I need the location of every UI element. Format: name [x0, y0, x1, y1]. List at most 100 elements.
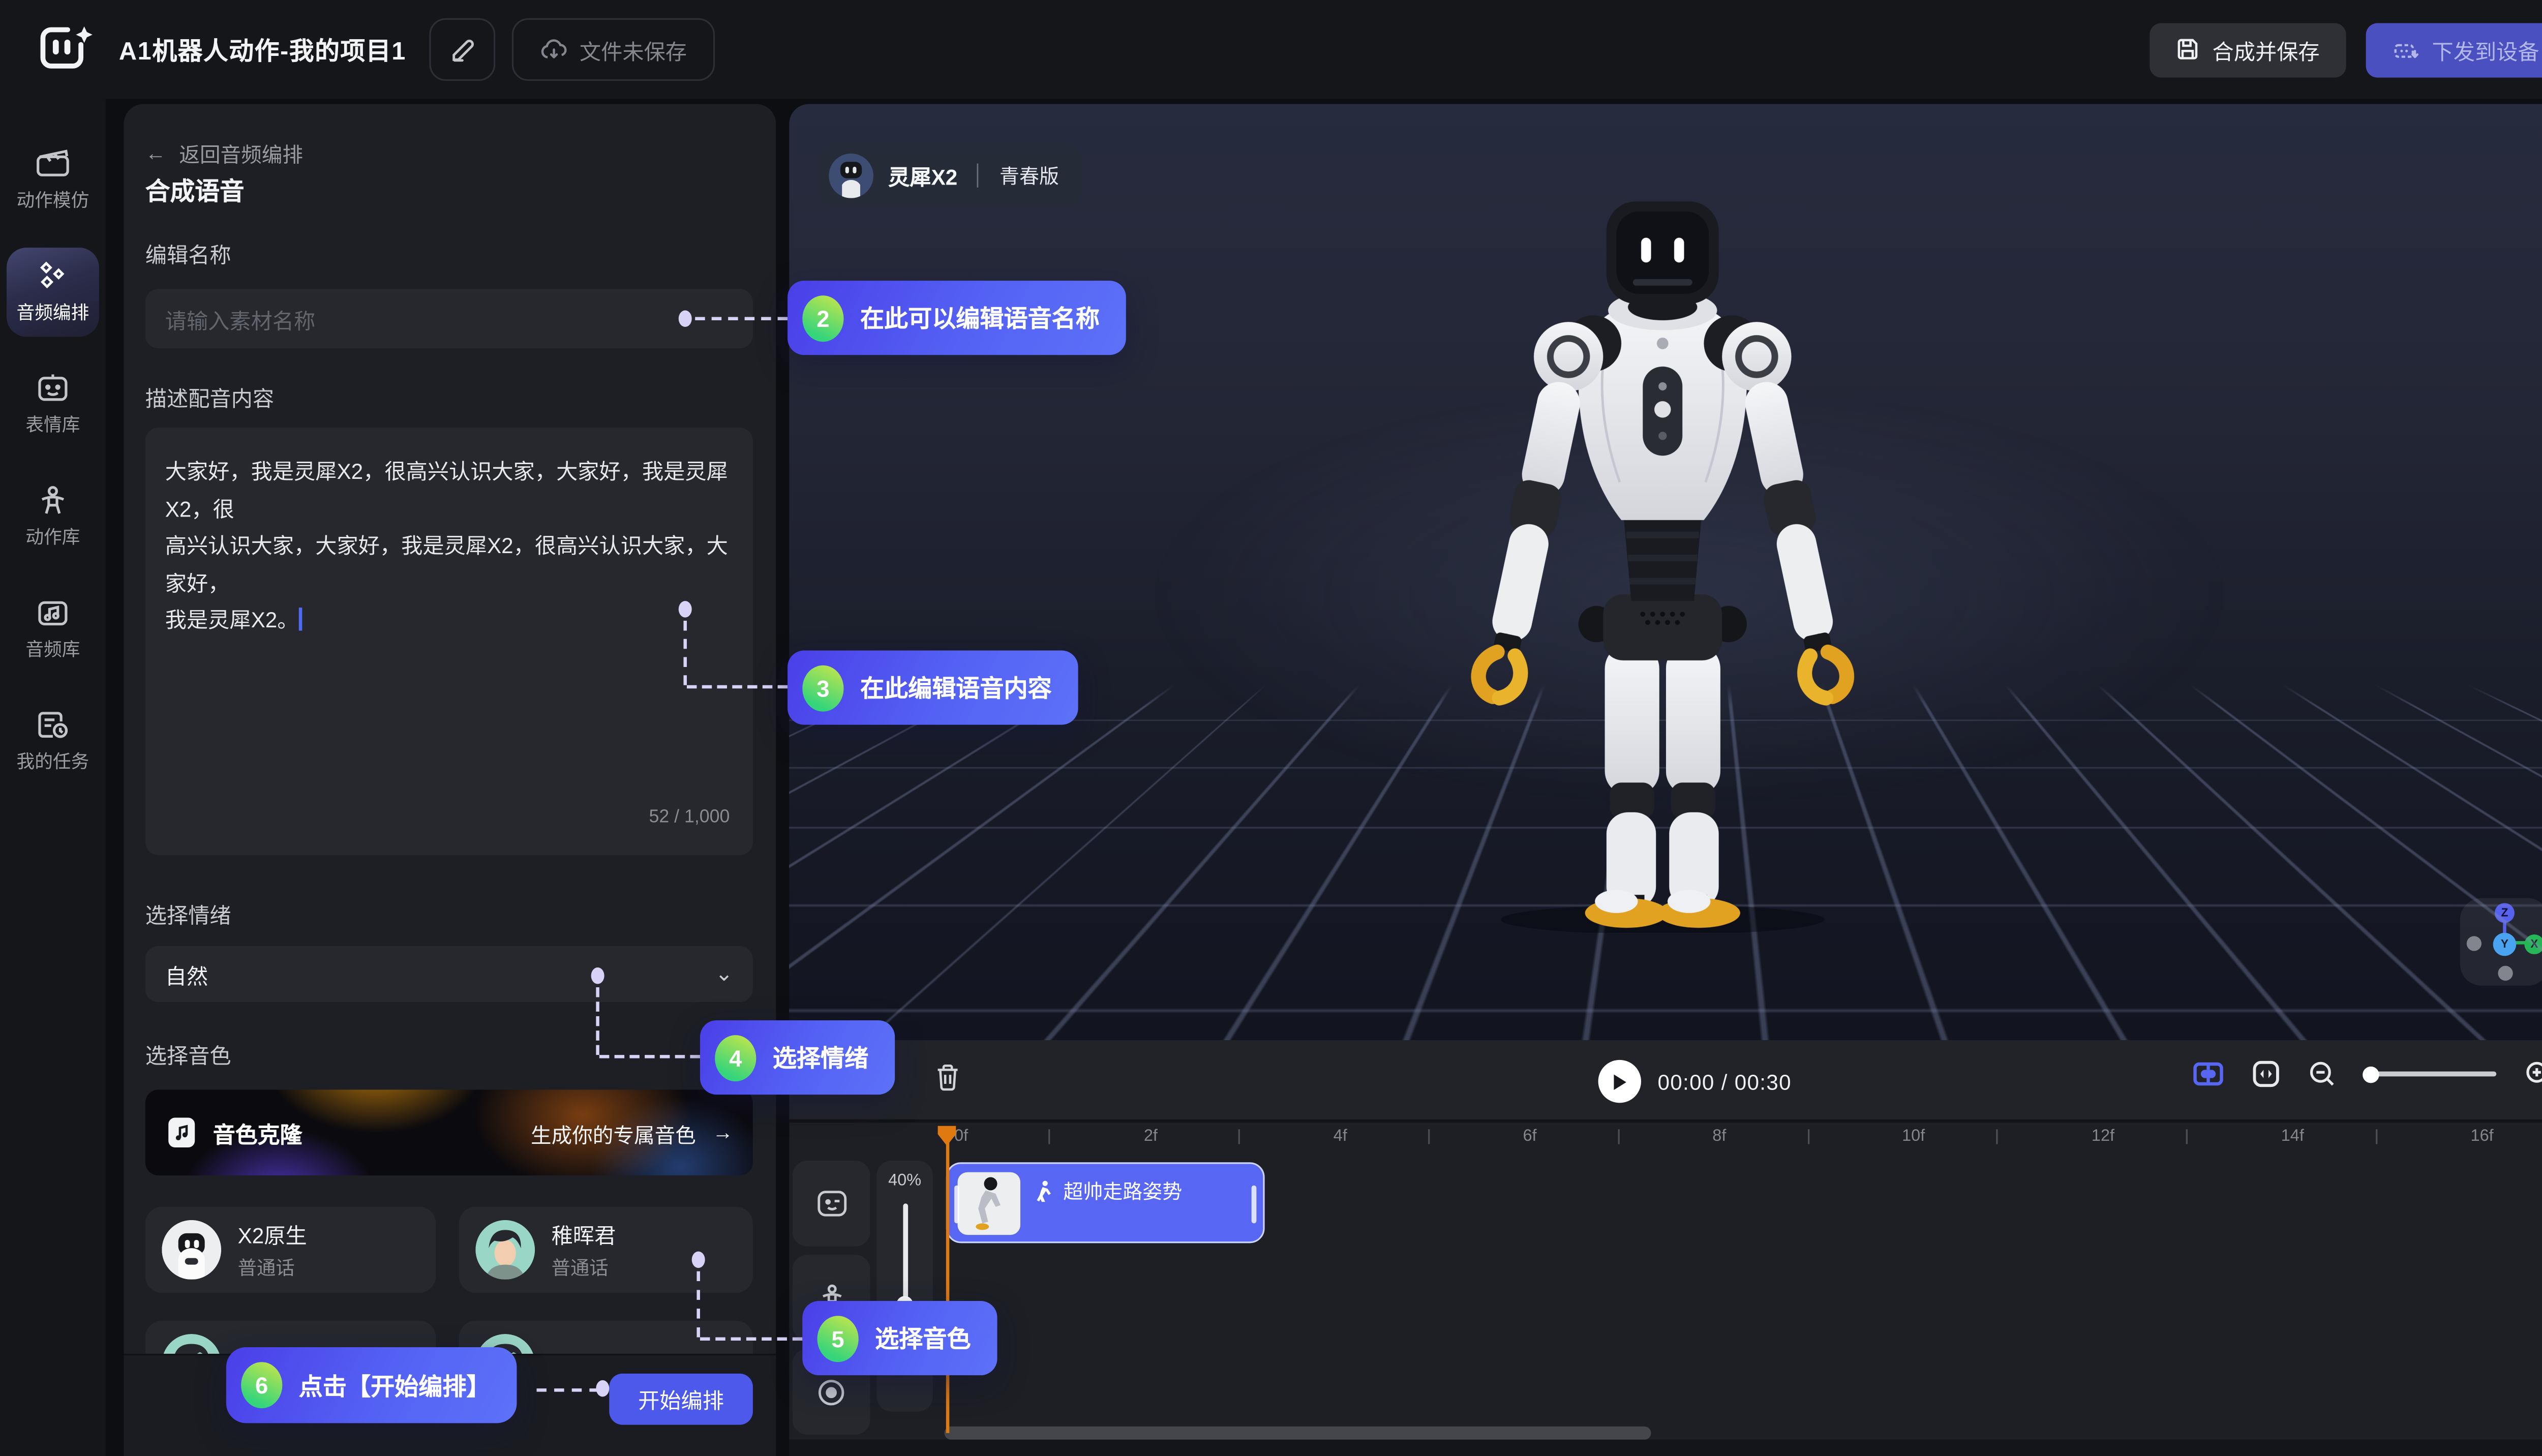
ruler-tick	[1807, 1129, 1809, 1144]
callout-select-emotion: 4 选择情绪	[700, 1020, 895, 1095]
ruler-tick	[1618, 1129, 1619, 1144]
ruler-label: 16f	[2471, 1128, 2494, 1146]
voice-content-textarea[interactable]: 大家好，我是灵犀X2，很高兴认识大家，大家好，我是灵犀X2，很 高兴认识大家，大…	[145, 428, 753, 855]
emotion-select[interactable]: 自然 ⌄	[145, 946, 753, 1002]
connector-line	[596, 987, 599, 1055]
callout-number-badge: 6	[241, 1362, 282, 1408]
horizontal-scrollbar[interactable]	[945, 1427, 1651, 1440]
gizmo-x-axis[interactable]: X	[2524, 934, 2542, 954]
music-file-icon	[165, 1116, 198, 1149]
connector-dot-voice	[692, 1252, 705, 1268]
sidebar-item-motion-mimic[interactable]: 动作模仿	[0, 135, 106, 224]
callout-select-voice: 5 选择音色	[802, 1301, 997, 1375]
voice-clone-banner[interactable]: 音色克隆 生成你的专属音色 →	[145, 1089, 753, 1175]
robot-model-badge[interactable]: 灵犀X2 │ 青春版	[819, 144, 1082, 206]
robot-download-icon	[2393, 38, 2419, 61]
auto-fit-icon[interactable]	[2252, 1060, 2280, 1088]
deploy-to-device-button[interactable]: 下发到设备	[2366, 22, 2542, 77]
timeline-bottom-strip	[789, 1440, 2542, 1456]
robot-edition: 青春版	[1000, 161, 1059, 189]
playhead-marker[interactable]	[936, 1125, 957, 1147]
robot-avatar	[162, 1220, 221, 1280]
robot-name: 灵犀X2	[888, 159, 957, 191]
pencil-icon	[450, 37, 475, 62]
ruler-label: 10f	[1902, 1128, 1925, 1146]
sidebar-item-my-tasks[interactable]: 我的任务	[0, 696, 106, 785]
robot-model	[1412, 181, 1914, 933]
voice-card-zhihuijun[interactable]: 稚晖君 普通话	[459, 1207, 753, 1293]
material-name-input[interactable]: 请输入素材名称	[145, 289, 753, 348]
sidebar-item-audio-library[interactable]: 音频库	[0, 585, 106, 674]
connector-line	[695, 317, 788, 320]
content-label: 描述配音内容	[145, 381, 274, 413]
ruler-tick	[1996, 1129, 1998, 1144]
volume-slider[interactable]	[902, 1203, 907, 1309]
3d-viewport[interactable]: 灵犀X2 │ 青春版 Z X Y	[789, 104, 2542, 1040]
ruler-label: 2f	[1144, 1128, 1158, 1146]
timeline-zoom-slider[interactable]	[2364, 1072, 2496, 1077]
axis-gizmo[interactable]: Z X Y	[2460, 898, 2542, 986]
voice-card-x2-native[interactable]: X2原生 普通话	[145, 1207, 436, 1293]
gizmo-neg-x-axis[interactable]	[2467, 936, 2482, 951]
voice-label: 选择音色	[145, 1039, 231, 1070]
connector-line	[697, 1271, 700, 1338]
sparkle-diamonds-icon	[35, 259, 71, 292]
ruler-tick	[1049, 1129, 1050, 1144]
clip-thumbnail	[958, 1171, 1020, 1234]
back-arrow-icon: ←	[145, 141, 166, 164]
gizmo-z-axis[interactable]: Z	[2495, 903, 2515, 923]
callout-number-badge: 5	[818, 1315, 859, 1361]
clone-cta-text: 生成你的专属音色	[531, 1117, 696, 1148]
chevron-down-icon: ⌄	[715, 961, 733, 987]
person-icon	[35, 484, 71, 517]
walking-person-icon	[1034, 1180, 1053, 1202]
connector-line	[536, 1388, 599, 1391]
project-title: A1机器人动作-我的项目1	[119, 32, 406, 67]
app-logo-icon	[36, 21, 96, 77]
sidebar-item-expression-library[interactable]: 表情库	[0, 360, 106, 449]
ruler-label: 14f	[2281, 1128, 2304, 1146]
connector-dot-emotion	[591, 967, 604, 984]
sidebar-item-audio-arrange[interactable]: 音频编排	[7, 248, 99, 337]
app-window: A1机器人动作-我的项目1 文件未保存	[0, 0, 2542, 1456]
zoom-slider-knob[interactable]	[2363, 1066, 2379, 1082]
clip-left-handle[interactable]	[954, 1186, 959, 1224]
save-icon	[2176, 38, 2199, 61]
ruler-label: 4f	[1334, 1128, 1347, 1146]
connector-dot-start	[596, 1380, 609, 1397]
task-clock-icon	[35, 708, 71, 741]
edit-title-button[interactable]	[429, 18, 495, 81]
zoom-in-icon[interactable]	[2524, 1060, 2542, 1088]
file-status: 文件未保存	[512, 18, 715, 81]
connector-dot-content	[679, 601, 692, 617]
ruler-tick	[1238, 1129, 1240, 1144]
text-caret	[298, 608, 301, 630]
timeline-ruler[interactable]: 0f2f4f6f8f10f12f14f16f	[789, 1123, 2542, 1152]
save-button[interactable]: 合成并保存	[2150, 22, 2346, 77]
sidebar-item-action-library[interactable]: 动作库	[0, 472, 106, 561]
timeline-clip-walk-pose[interactable]: 超帅走路姿势	[946, 1162, 1265, 1243]
gizmo-y-axis[interactable]: Y	[2493, 933, 2516, 956]
start-arrange-button[interactable]: 开始编排	[609, 1374, 753, 1425]
ruler-tick	[2376, 1129, 2377, 1144]
expression-track-button[interactable]	[793, 1161, 870, 1247]
track-mode-icon[interactable]	[2193, 1061, 2224, 1086]
speech-synthesis-panel: ← 返回音频编排 合成语音 编辑名称 请输入素材名称 描述配音内容 大家好，我是…	[124, 104, 776, 1456]
clone-title: 音色克隆	[213, 1116, 302, 1149]
connector-line	[700, 1337, 802, 1340]
robot-badge-avatar	[829, 153, 873, 197]
playhead-line[interactable]	[946, 1128, 949, 1433]
timeline-toolbar: 00:00 / 00:30	[789, 1040, 2542, 1123]
cloud-icon	[540, 38, 568, 61]
zoom-out-icon[interactable]	[2308, 1060, 2336, 1088]
delete-clip-button[interactable]	[934, 1063, 961, 1091]
connector-line	[599, 1055, 700, 1058]
clip-right-handle[interactable]	[1252, 1186, 1257, 1224]
back-to-audio-arrange[interactable]: ← 返回音频编排	[145, 137, 303, 169]
name-label: 编辑名称	[145, 238, 231, 269]
play-button[interactable]	[1598, 1060, 1641, 1103]
timeline-section: 00:00 / 00:30	[789, 1040, 2542, 1456]
callout-edit-content: 3 在此编辑语音内容	[788, 651, 1078, 725]
callout-edit-name: 2 在此可以编辑语音名称	[788, 281, 1126, 355]
emotion-label: 选择情绪	[145, 898, 231, 930]
